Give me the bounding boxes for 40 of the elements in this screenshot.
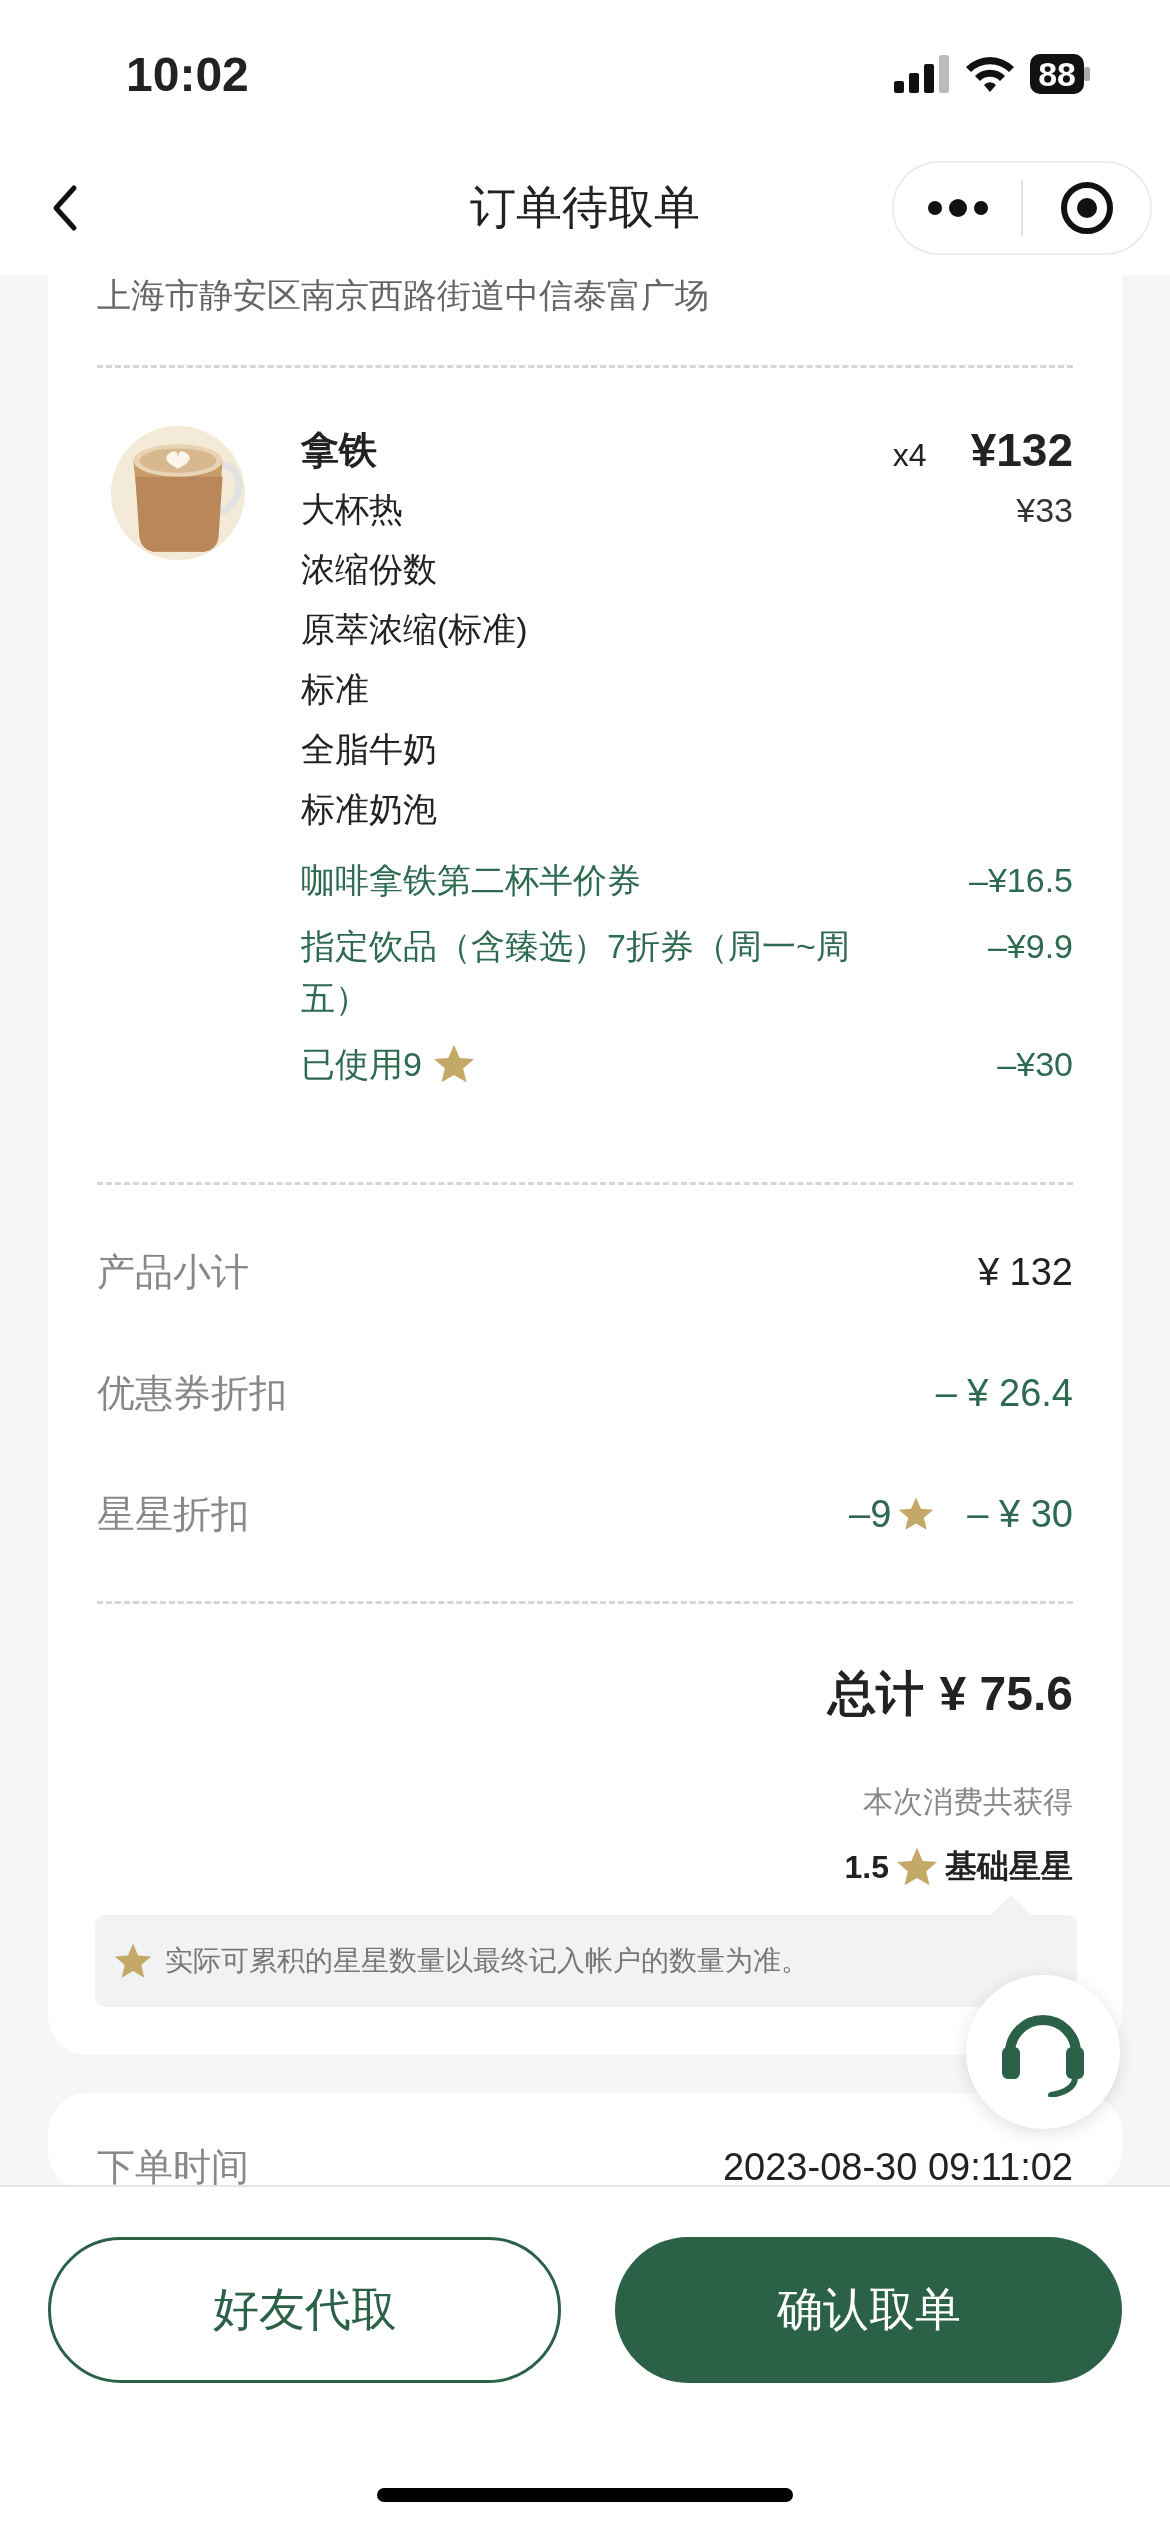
earned-caption: 本次消费共获得 — [862, 1784, 1073, 1820]
stars-used: 已使用9 — [301, 1044, 422, 1085]
signal-icon — [894, 55, 951, 93]
quantity: x4 — [892, 437, 927, 474]
note-text: 实际可累积的星星数量以最终记入帐户的数量为准。 — [165, 1944, 809, 1978]
product-price: ¥132 — [970, 423, 1073, 477]
summary-label: 优惠券折扣 — [97, 1370, 287, 1416]
friend-pickup-button[interactable]: 好友代取 — [48, 2237, 561, 2383]
product-option: 标准 — [301, 667, 369, 713]
target-icon — [1059, 180, 1114, 235]
discount-amount: –¥16.5 — [969, 860, 1073, 901]
summary-value: – ¥ 26.4 — [935, 1371, 1073, 1415]
product-option: 浓缩份数 — [301, 547, 437, 593]
more-icon — [926, 197, 989, 218]
product-option: 全脂牛奶 — [301, 727, 437, 773]
product-option: 大杯热 — [301, 487, 403, 533]
earned-count: 1.5 — [844, 1848, 889, 1886]
summary-value: – ¥ 30 — [967, 1492, 1073, 1536]
total-amount: ¥ 75.6 — [939, 1666, 1073, 1721]
stars-count: –9 — [849, 1492, 892, 1536]
coupon-name: 指定饮品（含臻选）7折券（周一~周五） — [301, 926, 851, 1019]
confirm-pickup-button[interactable]: 确认取单 — [615, 2237, 1122, 2383]
summary-label: 星星折扣 — [97, 1491, 249, 1537]
unit-price: ¥33 — [1016, 490, 1073, 530]
info-value: 2023-08-30 09:11:02 — [722, 2145, 1073, 2185]
total-label: 总计 — [827, 1666, 924, 1722]
summary-label: 产品小计 — [97, 1249, 249, 1295]
wifi-icon — [964, 55, 1017, 93]
coupon-name: 咖啡拿铁第二杯半价券 — [301, 860, 641, 901]
product-name: 拿铁 — [301, 427, 377, 473]
product-option: 标准奶泡 — [301, 787, 437, 833]
discount-amount: –¥30 — [997, 1044, 1073, 1085]
summary-value: ¥ 132 — [977, 1250, 1073, 1294]
discount-amount: –¥9.9 — [987, 926, 1073, 967]
product-option: 原萃浓缩(标准) — [301, 607, 528, 653]
earned-label: 基础星星 — [945, 1847, 1073, 1886]
info-label: 下单时间 — [97, 2144, 249, 2185]
store-address: 上海市静安区南京西路街道中信泰富广场 — [97, 275, 710, 316]
clock-time: 10:02 — [126, 46, 250, 102]
page-title: 订单待取单 — [469, 179, 701, 235]
